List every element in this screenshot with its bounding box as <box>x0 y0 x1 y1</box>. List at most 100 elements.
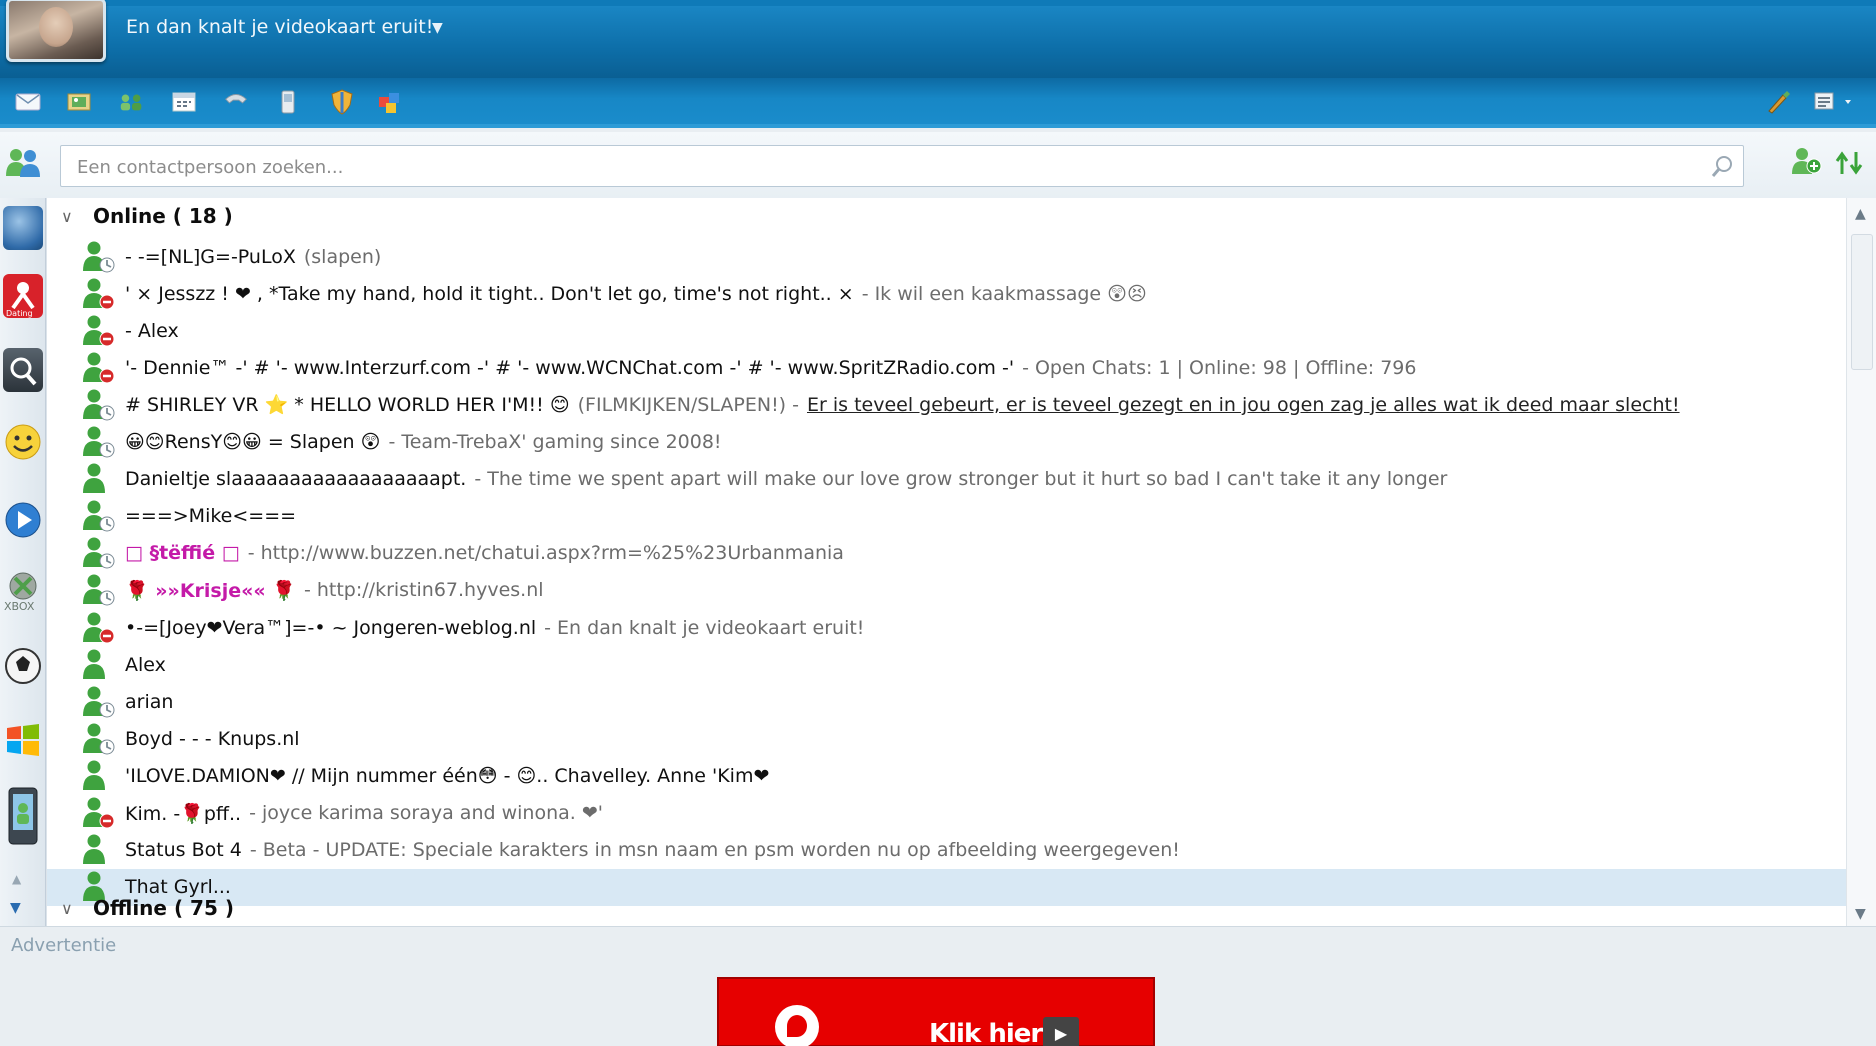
contact-row[interactable]: Danieltje slaaaaaaaaaaaaaaaaaapt. - The t… <box>47 461 1847 498</box>
scroll-thumb[interactable] <box>1851 234 1873 370</box>
contact-psm: (slapen) <box>303 245 382 268</box>
menu-icon[interactable] <box>1810 90 1860 114</box>
chevron-down-icon[interactable]: ▼ <box>432 20 443 36</box>
contact-psm-link[interactable]: Er is teveel gebeurt, er is teveel gezeg… <box>807 394 1680 416</box>
contact-status-away-icon <box>81 499 121 533</box>
contact-name: Alex <box>125 653 166 676</box>
contact-row[interactable]: •-=[Joey❤Vera™]=-• ~ Jongeren-weblog.nl -… <box>47 609 1847 646</box>
scrollbar[interactable]: ▲ ▼ <box>1846 198 1876 926</box>
contact-psm: - Open Chats: 1 | Online: 98 | Offline: … <box>1022 356 1417 379</box>
ad-banner-text: Klik hier <box>929 1019 1043 1046</box>
search-icon[interactable] <box>1711 154 1735 178</box>
contact-name: 'ILOVE.DAMION❤ // Mijn nummer één😳 - 😊..… <box>125 764 770 787</box>
sidebar-scroll-down[interactable]: ▼ <box>10 900 21 916</box>
contact-status-busy-icon <box>81 351 121 385</box>
search-input[interactable] <box>77 155 1677 179</box>
contact-row[interactable]: That Gyrl... <box>47 868 1847 906</box>
contact-row[interactable]: ' × Jesszz ! ❤ , *Take my hand, hold it … <box>47 275 1847 312</box>
contacts-icon[interactable] <box>118 90 146 114</box>
mail-icon[interactable] <box>14 90 42 114</box>
contact-psm: - En dan knalt je videokaart eruit! <box>544 616 865 639</box>
group-online[interactable]: ∨ Online ( 18 ) <box>61 200 233 232</box>
scroll-down-arrow[interactable]: ▼ <box>1855 906 1866 922</box>
games-icon[interactable] <box>376 90 404 114</box>
media-player-icon[interactable] <box>3 498 43 542</box>
contacts-icon[interactable] <box>4 146 42 180</box>
mobile-app-icon[interactable] <box>3 786 43 848</box>
contact-row[interactable]: 'ILOVE.DAMION❤ // Mijn nummer één😳 - 😊..… <box>47 757 1847 794</box>
photos-icon[interactable] <box>66 90 94 114</box>
contact-name: Danieltje slaaaaaaaaaaaaaaaaaapt. <box>125 468 467 491</box>
windows-icon[interactable] <box>3 718 43 762</box>
ad-label: Advertentie <box>11 935 117 956</box>
contact-status-online-icon <box>81 833 121 867</box>
ad-area: Advertentie Klik hier ▶ <box>0 926 1876 1046</box>
scroll-up-arrow[interactable]: ▲ <box>1855 206 1866 222</box>
smiley-icon[interactable] <box>3 420 43 464</box>
phone-icon[interactable] <box>222 90 250 114</box>
contact-row[interactable]: # SHIRLEY VR ⭐ * HELLO WORLD HER I'M!! 😊… <box>47 386 1847 423</box>
calendar-icon[interactable] <box>170 90 198 114</box>
contact-row[interactable]: '- Dennie™ -' # '- www.Interzurf.com -' … <box>47 349 1847 386</box>
chevron-down-icon[interactable]: ∨ <box>61 899 83 918</box>
contact-name: Kim. -🌹pff.. <box>125 802 242 825</box>
sort-icon[interactable] <box>1834 150 1864 176</box>
contact-psm: - http://kristin67.hyves.nl <box>303 579 544 602</box>
contact-status-busy-icon <box>81 796 121 830</box>
add-contact-icon[interactable] <box>1790 146 1822 176</box>
contact-status-busy-icon <box>81 314 121 348</box>
group-offline[interactable]: ∨ Offline ( 75 ) <box>61 892 234 924</box>
contact-name: •-=[Joey❤Vera™]=-• ~ Jongeren-weblog.nl <box>125 616 537 639</box>
contact-list: ∨ Online ( 18 ) - -=[NL]G=-PuLoX (slapen)… <box>46 198 1847 926</box>
svg-text:XBOX: XBOX <box>4 600 35 612</box>
contact-status-away-icon <box>81 573 121 607</box>
xbox-icon[interactable]: XBOX <box>3 568 43 613</box>
dating-icon[interactable]: Dating <box>3 274 43 318</box>
contact-row[interactable]: - Alex <box>47 312 1847 349</box>
contact-row[interactable]: 🌹 »»Krisje«« 🌹 - http://kristin67.hyves.n… <box>47 572 1847 609</box>
contact-psm: - joyce karima soraya and winona. ❤' <box>249 802 603 824</box>
contact-name: '- Dennie™ -' # '- www.Interzurf.com -' … <box>125 356 1015 379</box>
sidebar-scroll-up[interactable]: ▲ <box>12 872 21 886</box>
contact-row[interactable]: - -=[NL]G=-PuLoX (slapen) <box>47 238 1847 275</box>
contact-status-away-icon <box>81 722 121 756</box>
contact-row[interactable]: arian <box>47 683 1847 720</box>
contact-name: 🌹 »»Krisje«« 🌹 <box>125 579 296 602</box>
contact-row[interactable]: Alex <box>47 646 1847 683</box>
shield-icon[interactable] <box>328 89 356 115</box>
contact-row[interactable]: □ §tëffié □ - http://www.buzzen.net/chatu… <box>47 535 1847 572</box>
avatar[interactable] <box>6 0 106 62</box>
contact-psm: - Beta - UPDATE: Speciale karakters in m… <box>249 839 1180 862</box>
contact-name: - -=[NL]G=-PuLoX <box>125 245 296 268</box>
contact-row[interactable]: Kim. -🌹pff.. - joyce karima soraya and wi… <box>47 795 1847 832</box>
contact-psm: - Team-TrebaX' gaming since 2008! <box>388 431 722 453</box>
contact-status-busy-icon <box>81 611 121 645</box>
contact-status-away-icon <box>81 536 121 570</box>
contact-row[interactable]: ===>Mike<=== <box>47 498 1847 535</box>
contact-row[interactable]: Boyd - - - Knups.nl <box>47 720 1847 757</box>
mobile-icon[interactable] <box>274 90 302 114</box>
contact-psm: - The time we spent apart will make our … <box>474 468 1448 491</box>
contact-psm: - Ik wil een kaakmassage 😲😣 <box>861 282 1147 305</box>
group-offline-label: Offline ( 75 ) <box>93 896 234 920</box>
svg-text:Dating: Dating <box>6 309 33 318</box>
contact-name: # SHIRLEY VR ⭐ * HELLO WORLD HER I'M!! 😊 <box>125 394 570 417</box>
soccer-icon[interactable] <box>3 644 43 688</box>
contact-row[interactable]: 😀😊RensY😊😀 = Slapen 😲 - Team-TrebaX' gamin… <box>47 424 1847 461</box>
contact-name: □ §tëffié □ <box>125 542 240 565</box>
search-app-icon[interactable] <box>3 348 43 392</box>
personal-message[interactable]: En dan knalt je videokaart eruit! <box>126 16 433 38</box>
contact-status-away-icon <box>81 388 121 422</box>
play-icon[interactable]: ▶ <box>1043 1017 1079 1046</box>
contact-psm: - http://www.buzzen.net/chatui.aspx?rm=%… <box>247 542 844 565</box>
ad-banner[interactable]: Klik hier ▶ <box>717 977 1155 1046</box>
globe-icon[interactable] <box>3 206 43 250</box>
contact-name: ===>Mike<=== <box>125 505 297 528</box>
contact-name: 😀😊RensY😊😀 = Slapen 😲 <box>125 431 381 453</box>
contact-name: Status Bot 4 <box>125 839 242 862</box>
search-bar <box>0 132 1876 198</box>
chevron-down-icon[interactable]: ∨ <box>61 207 83 226</box>
paint-icon[interactable] <box>1764 90 1792 114</box>
contact-row[interactable]: Status Bot 4 - Beta - UPDATE: Speciale ka… <box>47 832 1847 869</box>
contact-status-away-icon <box>81 425 121 459</box>
